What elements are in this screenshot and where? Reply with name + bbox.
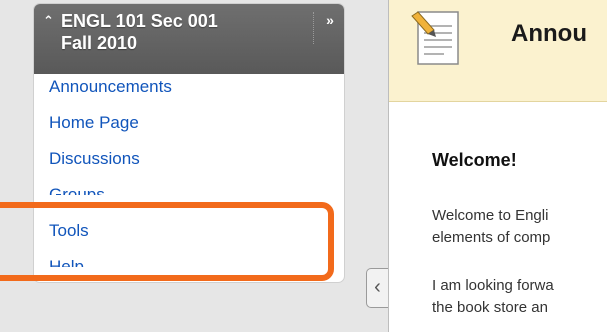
paragraph-2-line-1: I am looking forwa [432,277,554,294]
menu-item-groups[interactable]: Groups [49,182,105,195]
paragraph-1-line-2: elements of comp [432,229,551,246]
header-divider [313,12,314,44]
menu-item-discussions[interactable]: Discussions [49,146,140,172]
paragraph-1-line-1: Welcome to Engli [432,207,549,224]
paragraph-2-line-2: the book store an [432,299,548,316]
course-title[interactable]: ENGL 101 Sec 001 Fall 2010 [61,10,301,54]
course-menu-header: ⌃ ENGL 101 Sec 001 Fall 2010 » [34,4,344,74]
menu-item-home-page[interactable]: Home Page [49,110,139,136]
collapse-up-icon[interactable]: ⌃ [43,13,54,29]
course-title-line1: ENGL 101 Sec 001 [61,11,218,31]
highlight-annotation [0,202,334,281]
course-title-line2: Fall 2010 [61,33,138,53]
welcome-heading: Welcome! [432,150,517,170]
page-title: Annou [511,20,587,47]
double-chevron-right-icon[interactable]: » [320,10,340,30]
menu-item-announcements[interactable]: Announcements [49,74,172,100]
content-area: Annou Welcome! Welcome to Engli elements… [388,0,607,332]
chevron-left-icon[interactable]: ‹ [366,268,388,308]
document-pencil-icon [411,11,459,65]
page-header: Annou [389,0,607,102]
